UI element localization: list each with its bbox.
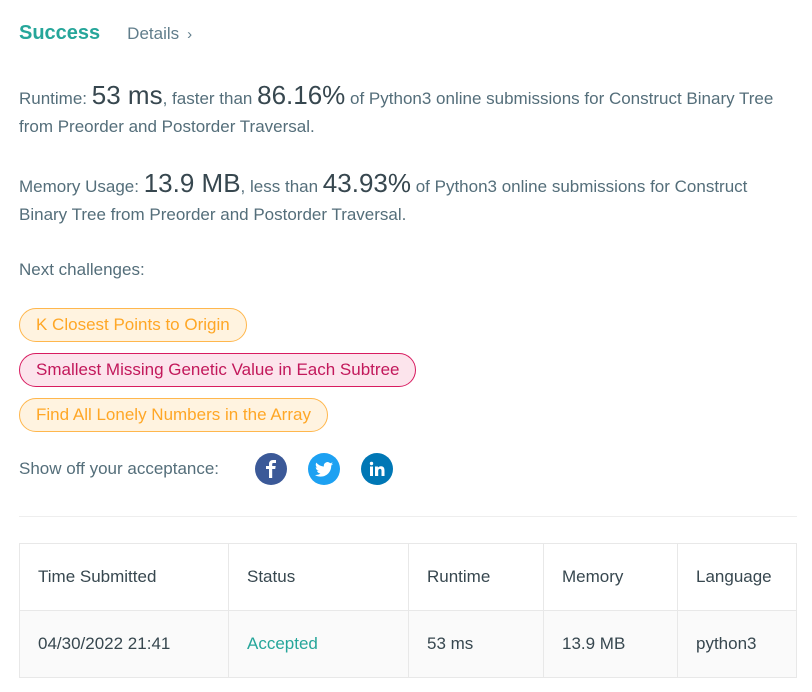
share-label: Show off your acceptance:: [19, 459, 220, 478]
share-row: Show off your acceptance:: [19, 453, 414, 485]
cell-time-submitted: 04/30/2022 21:41: [19, 610, 229, 678]
runtime-summary: Runtime: 53 ms, faster than 86.16% of Py…: [19, 80, 774, 136]
result-header: Success Details ›: [19, 22, 192, 45]
runtime-percent: 86.16%: [257, 80, 346, 110]
runtime-value: 53 ms: [91, 80, 163, 110]
linkedin-icon[interactable]: [361, 453, 394, 485]
column-header-memory[interactable]: Memory: [543, 543, 678, 611]
chevron-right-icon: ›: [187, 25, 193, 43]
challenge-chip[interactable]: K Closest Points to Origin: [19, 308, 247, 342]
twitter-icon[interactable]: [308, 453, 341, 485]
submissions-table: Time Submitted Status Runtime Memory Lan…: [19, 543, 797, 678]
cell-memory: 13.9 MB: [543, 610, 678, 678]
column-header-status[interactable]: Status: [228, 543, 409, 611]
column-header-runtime[interactable]: Runtime: [408, 543, 544, 611]
challenge-chip[interactable]: Smallest Missing Genetic Value in Each S…: [19, 353, 417, 387]
memory-percent: 43.93%: [322, 168, 411, 198]
runtime-label: Runtime:: [19, 89, 88, 108]
next-challenges-label: Next challenges:: [19, 260, 145, 279]
cell-language: python3: [677, 610, 797, 678]
details-label: Details: [127, 24, 180, 43]
column-header-language[interactable]: Language: [677, 543, 797, 611]
memory-value: 13.9 MB: [143, 168, 241, 198]
facebook-icon[interactable]: [255, 453, 288, 485]
status-title: Success: [19, 22, 101, 44]
runtime-comparison: faster than: [172, 89, 253, 108]
details-link[interactable]: Details ›: [127, 24, 192, 44]
divider: [19, 516, 797, 517]
memory-label: Memory Usage:: [19, 177, 139, 196]
cell-status-link[interactable]: Accepted: [228, 610, 409, 678]
memory-summary: Memory Usage: 13.9 MB, less than 43.93% …: [19, 168, 748, 224]
table-header-row: Time Submitted Status Runtime Memory Lan…: [19, 543, 797, 611]
challenge-chip[interactable]: Find All Lonely Numbers in the Array: [19, 398, 328, 432]
column-header-time[interactable]: Time Submitted: [19, 543, 229, 611]
memory-comparison: less than: [250, 177, 319, 196]
cell-runtime: 53 ms: [408, 610, 544, 678]
table-row[interactable]: 04/30/2022 21:41 Accepted 53 ms 13.9 MB …: [19, 610, 797, 678]
